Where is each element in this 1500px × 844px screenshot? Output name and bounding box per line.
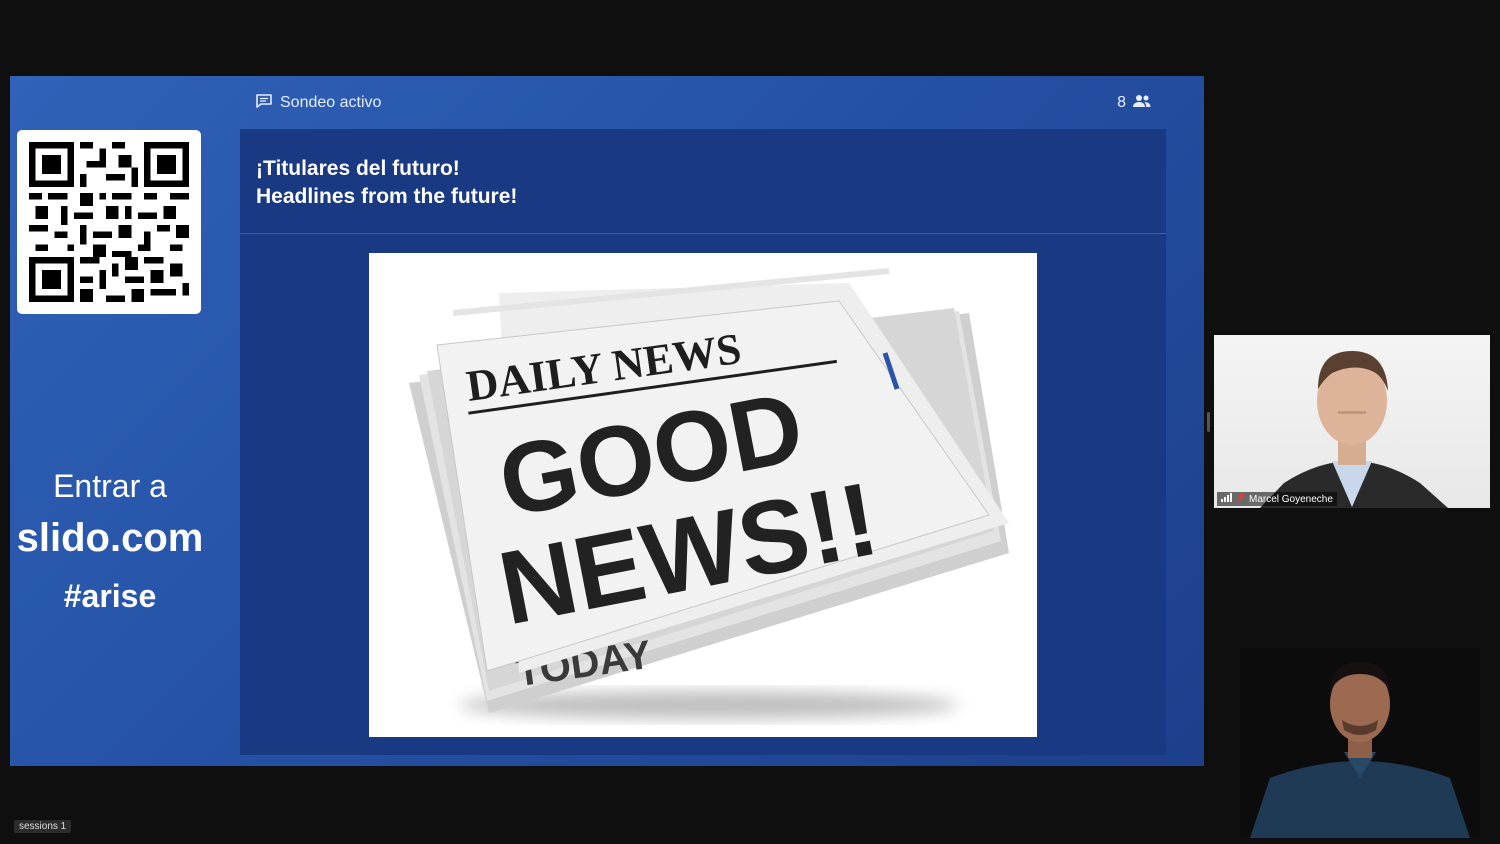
participant-name-tag: Marcel Goyeneche — [1217, 492, 1337, 506]
comment-icon — [256, 93, 272, 113]
participant-count-value: 8 — [1117, 94, 1126, 111]
event-code: #arise — [63, 578, 157, 614]
poll-question: ¡Titulares del futuro! Headlines from th… — [256, 155, 517, 211]
participant-video-frame — [1250, 662, 1470, 838]
participant-count: 8 — [1117, 92, 1152, 114]
question-line-1: ¡Titulares del futuro! — [256, 157, 460, 180]
qr-code — [17, 130, 201, 314]
participant-name: Marcel Goyeneche — [1249, 493, 1333, 505]
poll-status: Sondeo activo — [256, 92, 381, 114]
split-handle[interactable] — [1207, 412, 1210, 432]
poll-card: ¡Titulares del futuro! Headlines from th… — [240, 129, 1166, 755]
signal-icon — [1221, 493, 1233, 505]
join-url: slido.com — [16, 516, 204, 560]
sessions-label: sessions 1 — [14, 820, 72, 833]
participant-video-frame — [1260, 351, 1448, 508]
newspaper-image: TODAY DAILY NEWS GOOD NEWS!! — [369, 253, 1037, 737]
people-icon — [1132, 94, 1152, 113]
card-divider — [240, 233, 1166, 234]
mic-muted-icon — [1236, 492, 1246, 506]
shared-screen: Entrar a slido.com #arise Sondeo activo … — [10, 76, 1204, 766]
participant-video-1[interactable]: Marcel Goyeneche — [1214, 335, 1490, 508]
join-instruction: Entrar a — [53, 468, 167, 504]
question-line-2: Headlines from the future! — [256, 185, 518, 208]
poll-status-label: Sondeo activo — [280, 94, 382, 111]
participant-video-2[interactable] — [1240, 648, 1480, 838]
